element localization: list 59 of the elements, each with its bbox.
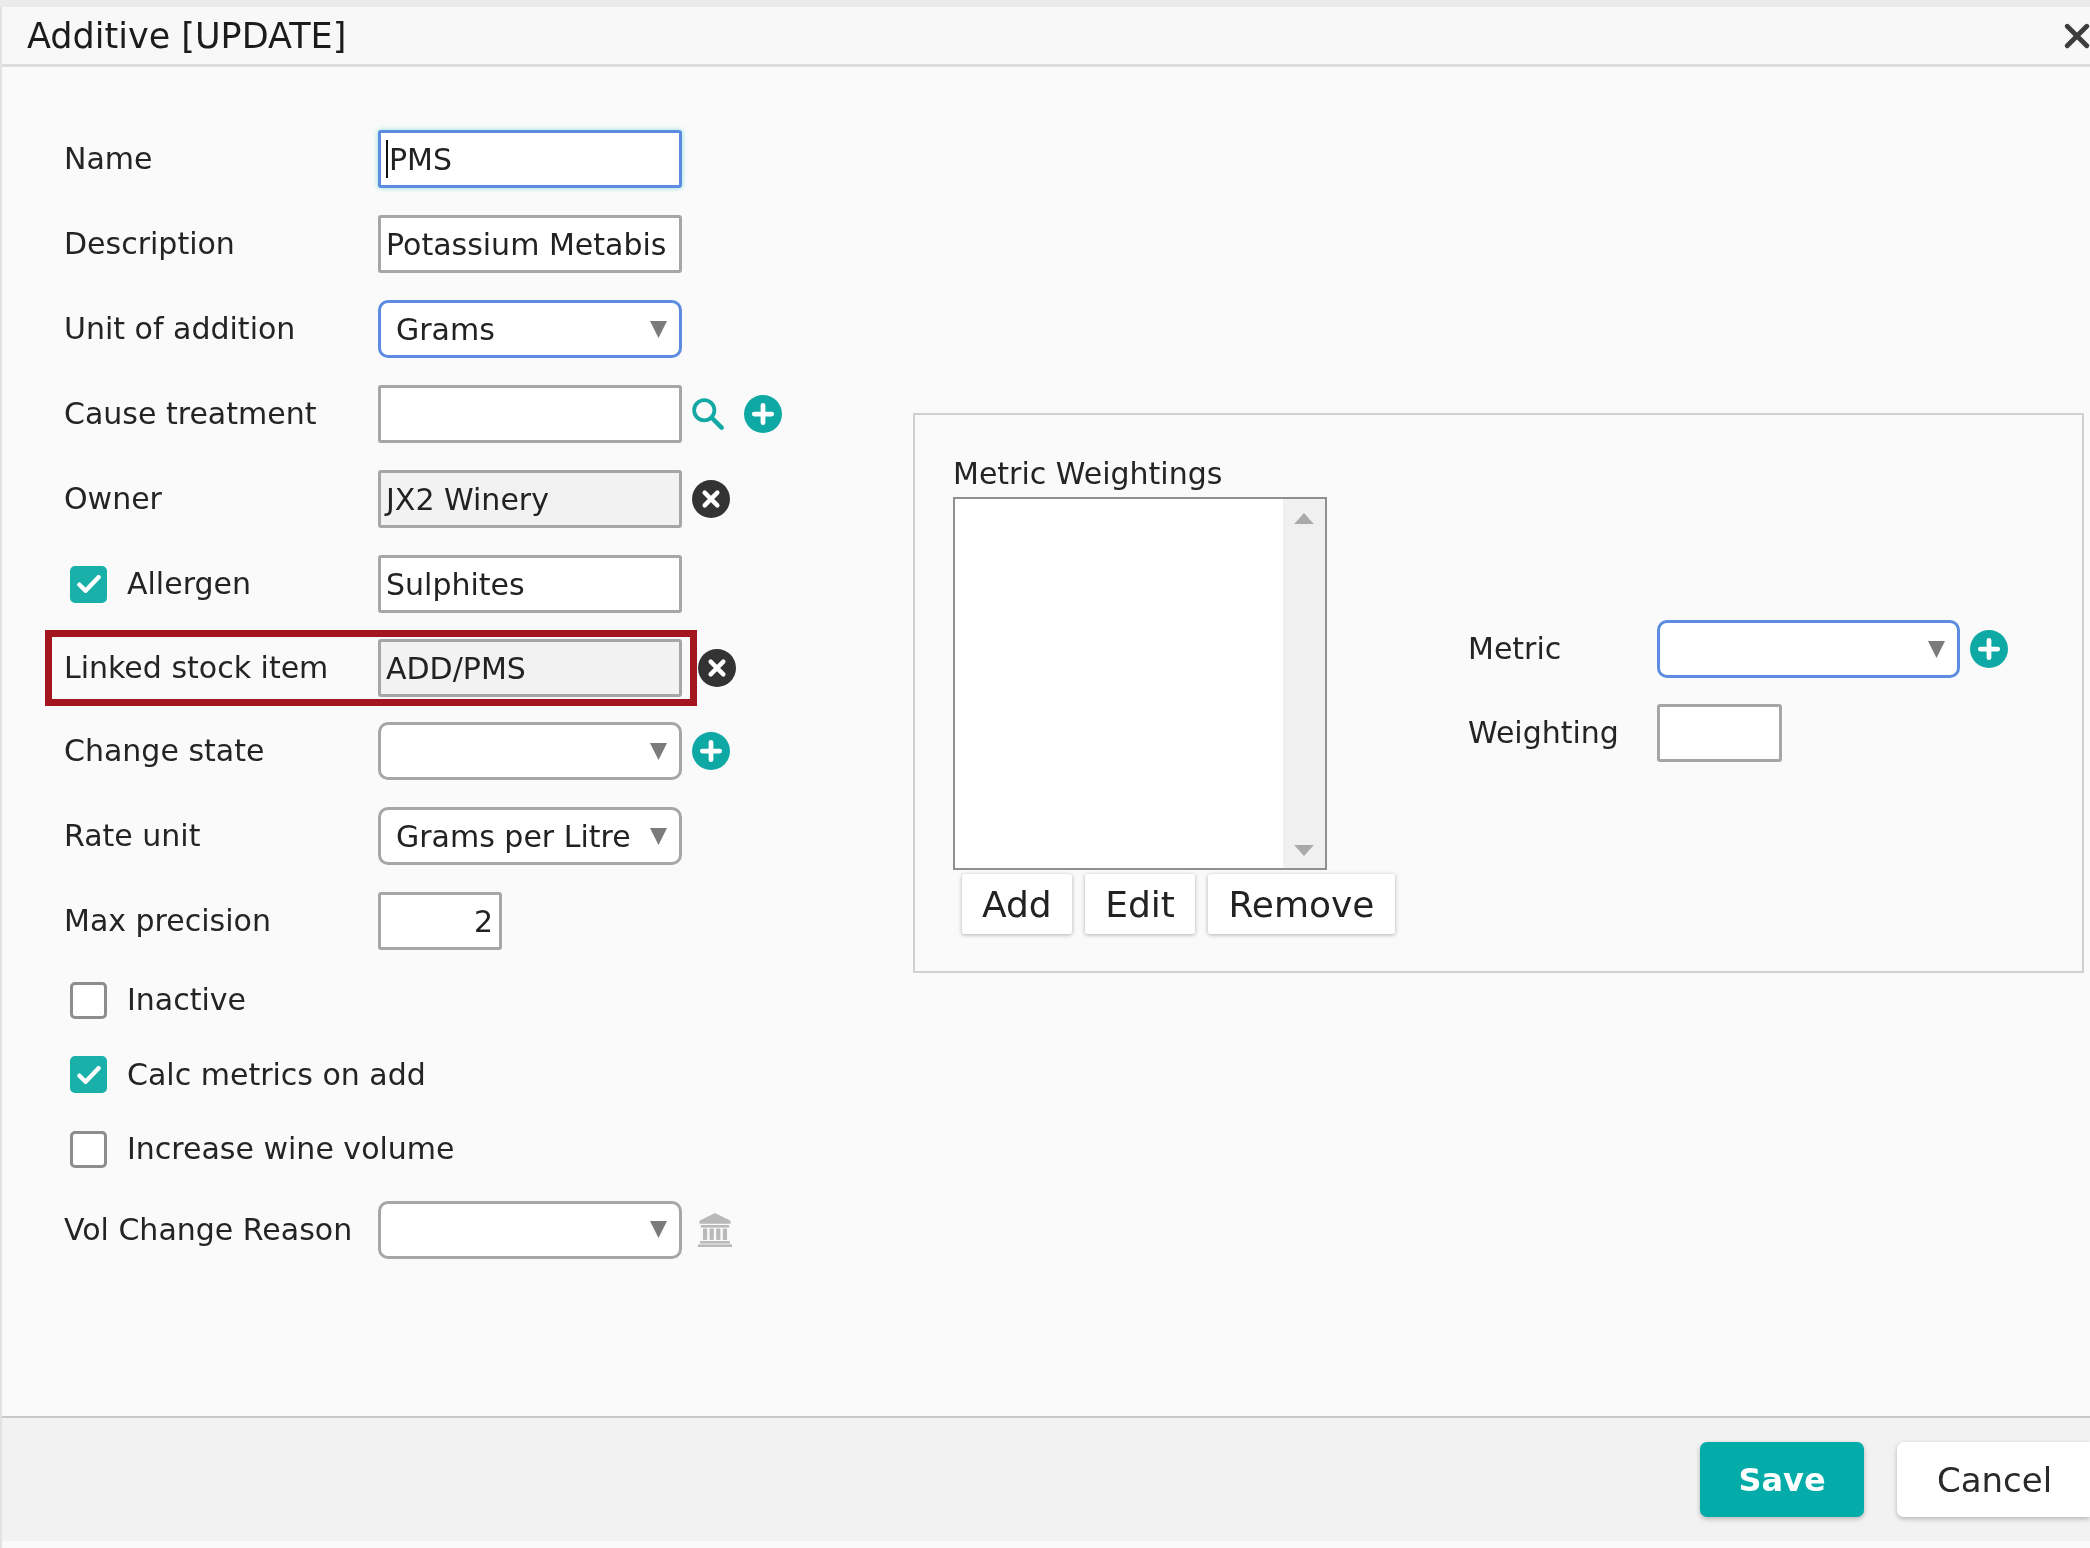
up-arrow-icon[interactable] <box>1294 513 1314 524</box>
add-icon[interactable] <box>692 732 730 770</box>
field-label: Description <box>64 226 235 262</box>
down-arrow-icon[interactable] <box>1294 845 1314 856</box>
list-action-button[interactable]: Add <box>962 874 1072 934</box>
checkbox[interactable] <box>70 981 107 1019</box>
add-icon[interactable] <box>1970 630 2008 668</box>
scrollbar[interactable] <box>1283 499 1325 868</box>
checkmark-icon <box>76 1065 101 1084</box>
section-title: Metric Weightings <box>953 456 1224 492</box>
checkbox-label: Increase wine volume <box>127 1131 455 1167</box>
text-field[interactable]: Sulphites <box>378 555 682 613</box>
text-field[interactable] <box>1657 704 1782 762</box>
checkmark-icon <box>76 575 101 593</box>
search-icon[interactable] <box>692 398 724 430</box>
field-label: Max precision <box>64 903 271 939</box>
secondary-button[interactable]: Cancel <box>1897 1442 2090 1517</box>
list-box[interactable] <box>953 497 1327 870</box>
field-label: Metric <box>1468 631 1562 667</box>
checkbox[interactable] <box>70 1056 107 1093</box>
text-field[interactable]: Potassium Metabis <box>378 215 682 273</box>
list-action-button[interactable]: Edit <box>1085 874 1195 934</box>
number-field[interactable]: 2 <box>378 892 502 950</box>
field-label: Owner <box>64 481 162 517</box>
clear-icon[interactable] <box>692 480 730 518</box>
checkbox[interactable] <box>70 1130 107 1168</box>
checkbox-label: Calc metrics on add <box>127 1056 426 1093</box>
field-label: Unit of addition <box>64 311 296 347</box>
checkbox-label: Inactive <box>127 982 247 1018</box>
caret-icon <box>650 1221 667 1238</box>
add-icon[interactable] <box>744 395 782 433</box>
field-label: Change state <box>64 733 265 769</box>
text-field[interactable]: PMS <box>378 130 682 188</box>
field-label: Vol Change Reason <box>64 1211 353 1248</box>
dropdown[interactable]: Grams per Litre <box>378 807 682 865</box>
field-label: Weighting <box>1468 715 1619 751</box>
list-action-button[interactable]: Remove <box>1208 874 1395 934</box>
clear-icon[interactable] <box>698 649 736 687</box>
bank-icon[interactable] <box>698 1212 732 1247</box>
caret-icon <box>650 827 667 845</box>
text-field[interactable]: ADD/PMS <box>378 639 682 697</box>
caret-icon <box>650 742 667 760</box>
field-label: Cause treatment <box>64 396 317 432</box>
caret-icon <box>1928 640 1945 658</box>
field-label: Name <box>64 141 153 177</box>
close-icon[interactable] <box>2064 22 2090 49</box>
checkbox-label: Allergen <box>127 566 251 602</box>
caret-icon <box>650 320 667 338</box>
window-title: Additive [UPDATE] <box>27 14 347 57</box>
dropdown[interactable] <box>378 1200 682 1259</box>
text-cursor-icon <box>386 140 388 178</box>
dropdown[interactable] <box>1657 620 1960 678</box>
field-label: Linked stock item <box>64 650 329 686</box>
dropdown[interactable] <box>378 722 682 780</box>
text-field[interactable] <box>378 385 682 443</box>
text-field[interactable]: JX2 Winery <box>378 470 682 528</box>
field-label: Rate unit <box>64 818 201 854</box>
dropdown[interactable]: Grams <box>378 300 682 358</box>
checkbox[interactable] <box>70 565 107 603</box>
